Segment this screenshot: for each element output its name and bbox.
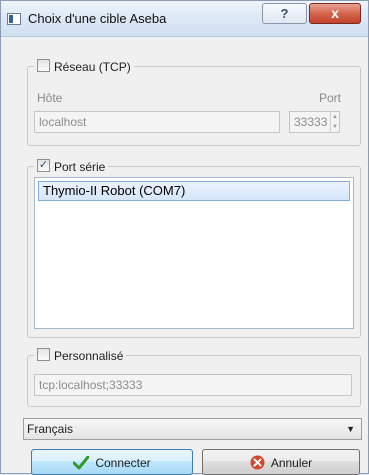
port-label: Port [319, 91, 342, 105]
connect-label: Connecter [95, 455, 151, 470]
custom-label: Personnalisé [54, 348, 124, 363]
chevron-down-icon: ▼ [346, 424, 355, 434]
port-spinbox[interactable]: 33333 ▲ ▼ [289, 111, 340, 133]
help-button[interactable]: ? [262, 3, 307, 24]
network-label: Réseau (TCP) [54, 59, 131, 74]
host-input[interactable]: localhost [34, 111, 280, 133]
cancel-button[interactable]: Annuler [202, 449, 360, 475]
custom-checkbox[interactable] [37, 348, 50, 362]
spin-down-icon[interactable]: ▼ [330, 122, 339, 132]
app-icon [7, 13, 21, 25]
cancel-icon [250, 455, 265, 470]
custom-toggle[interactable]: Personnalisé [34, 347, 127, 363]
custom-target-input[interactable]: tcp:localhost;33333 [34, 374, 352, 396]
check-icon [73, 455, 90, 470]
list-item[interactable]: Thymio-II Robot (COM7) [38, 181, 350, 201]
spin-up-icon[interactable]: ▲ [330, 112, 339, 122]
cancel-label: Annuler [270, 455, 313, 470]
title-bar: Choix d'une cible Aseba ? x [1, 1, 368, 37]
language-value: Français [27, 422, 74, 436]
serial-port-list[interactable]: Thymio-II Robot (COM7) [34, 177, 354, 329]
window-title: Choix d'une cible Aseba [28, 11, 167, 26]
language-select[interactable]: Français ▼ [23, 418, 362, 440]
serial-checkbox[interactable]: ✓ [37, 159, 50, 173]
port-value: 33333 [294, 115, 328, 129]
serial-toggle[interactable]: ✓ Port série [34, 158, 109, 174]
network-toggle[interactable]: Réseau (TCP) [34, 58, 134, 74]
serial-label: Port série [54, 159, 106, 174]
network-group [27, 66, 361, 146]
dialog-window: Choix d'une cible Aseba ? x Réseau (TCP)… [0, 0, 369, 475]
network-checkbox[interactable] [37, 59, 50, 73]
close-button[interactable]: x [309, 3, 361, 24]
host-label: Hôte [37, 91, 63, 105]
connect-button[interactable]: Connecter [31, 449, 193, 475]
